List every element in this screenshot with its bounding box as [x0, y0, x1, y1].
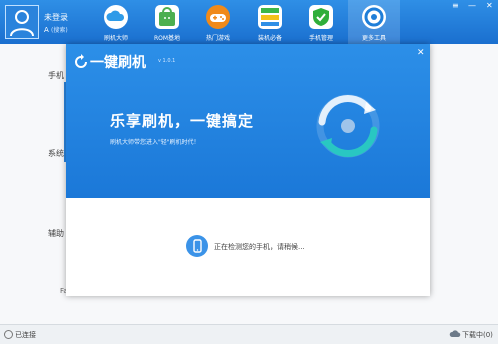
user-silhouette-icon	[10, 10, 34, 37]
dialog-close-button[interactable]: ✕	[417, 48, 425, 58]
login-status[interactable]: 未登录	[44, 12, 68, 23]
one-click-flash-dialog: 一键刷机 v 1.0.1 ✕ 乐享刷机，一键搞定 刷机大师带您进入"轻"刷机时代…	[66, 44, 430, 296]
menu-icon[interactable]: ≡	[452, 1, 459, 10]
avatar[interactable]	[5, 5, 39, 39]
user-letter: A	[44, 26, 49, 34]
refresh-logo-icon	[75, 54, 87, 68]
shield-icon	[309, 5, 333, 29]
cloud-icon	[104, 5, 128, 29]
nav-more-tools[interactable]: 更多工具	[348, 0, 400, 44]
dialog-subslogan: 刷机大师带您进入"轻"刷机时代！	[110, 139, 200, 146]
detect-status-text: 正在检测您的手机，请稍候...	[214, 243, 305, 251]
status-bar: 已连接 下载中(0)	[0, 324, 498, 344]
minimize-icon[interactable]: —	[468, 1, 476, 10]
user-subline: A (搜索)	[44, 25, 68, 34]
section-phone-label: 手机	[48, 71, 64, 80]
dialog-title: 一键刷机	[90, 55, 146, 71]
nav-label: 手机管理	[308, 35, 333, 42]
user-note: (搜索)	[51, 27, 68, 34]
gamepad-icon	[206, 5, 230, 29]
nav-rom-base[interactable]: ROM基地	[141, 0, 193, 44]
nav-flash-master[interactable]: 刷机大师	[90, 0, 142, 44]
connection-icon	[4, 330, 13, 339]
top-navigation-bar: 未登录 A (搜索) 刷机大师 ROM基地 热门游戏 装机必备 手机管理 更多工…	[0, 0, 498, 44]
section-system-label: 系统	[48, 149, 64, 158]
user-login-area[interactable]: 未登录 A (搜索)	[0, 0, 100, 44]
download-status[interactable]: 下载中(0)	[462, 330, 493, 340]
phone-detect-icon	[186, 235, 208, 257]
apps-grid-icon	[258, 5, 282, 29]
dialog-header: 一键刷机 v 1.0.1 ✕ 乐享刷机，一键搞定 刷机大师带您进入"轻"刷机时代…	[66, 44, 430, 198]
nav-label: 更多工具	[361, 35, 386, 42]
nav-essentials[interactable]: 装机必备	[244, 0, 296, 44]
android-bag-icon	[155, 5, 179, 29]
progress-spinner-icon	[316, 94, 380, 158]
nav-label: 热门游戏	[205, 35, 230, 42]
dialog-version: v 1.0.1	[158, 58, 176, 64]
connection-status: 已连接	[15, 331, 36, 339]
nav-hot-games[interactable]: 热门游戏	[192, 0, 244, 44]
nav-phone-manager[interactable]: 手机管理	[295, 0, 347, 44]
close-icon[interactable]: ✕	[486, 1, 493, 10]
nav-label: 刷机大师	[103, 35, 128, 42]
nav-label: ROM基地	[153, 35, 181, 42]
tools-gear-icon	[362, 5, 386, 29]
section-assist-label: 辅助	[48, 229, 64, 238]
download-cloud-icon[interactable]	[449, 329, 461, 339]
nav-label: 装机必备	[257, 35, 282, 42]
dialog-slogan: 乐享刷机，一键搞定	[110, 112, 255, 130]
